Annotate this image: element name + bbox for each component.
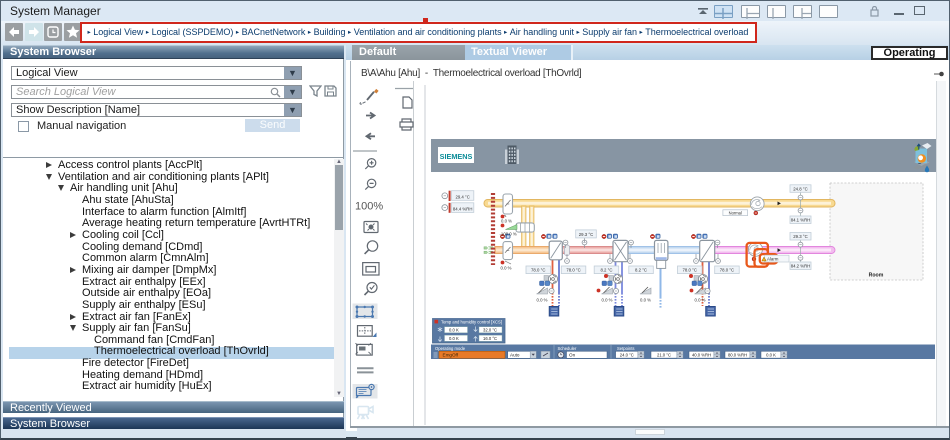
svg-text:24.0 °C: 24.0 °C: [620, 353, 634, 358]
svg-text:80.0 %RH: 80.0 %RH: [728, 353, 747, 358]
svg-text:78.0 °C: 78.0 °C: [531, 268, 545, 273]
svg-text:32.0 °C: 32.0 °C: [483, 327, 497, 332]
svg-text:0.0 K: 0.0 K: [449, 327, 459, 332]
svg-text:78.0 °C: 78.0 °C: [566, 268, 580, 273]
svg-text:Setpoints: Setpoints: [617, 346, 634, 351]
svg-text:40.0 %RH: 40.0 %RH: [692, 353, 711, 358]
svg-text:84.4 %RH: 84.4 %RH: [453, 206, 473, 211]
svg-text:0.0 %: 0.0 %: [537, 298, 548, 303]
svg-text:Room: Room: [869, 273, 884, 279]
svg-text:29.4 °C: 29.4 °C: [455, 194, 469, 199]
svg-text:100%: 100%: [355, 201, 383, 213]
svg-text:On: On: [569, 353, 576, 358]
svg-text:24.8 °C: 24.8 °C: [793, 186, 807, 191]
svg-text:29.3 °C: 29.3 °C: [579, 232, 593, 237]
svg-text:Scheduler: Scheduler: [558, 346, 577, 351]
svg-text:16.0 °C: 16.0 °C: [483, 336, 497, 341]
svg-text:EmgOff: EmgOff: [443, 353, 459, 358]
svg-text:Alarm: Alarm: [767, 257, 779, 262]
svg-text:0.0 %: 0.0 %: [695, 298, 706, 303]
svg-text:29.3 °C: 29.3 °C: [793, 234, 807, 239]
svg-text:84.2 %RH: 84.2 %RH: [791, 264, 811, 269]
svg-text:Temp and humidity control [XCS: Temp and humidity control [XCS]: [441, 320, 502, 325]
svg-text:8.2 °C: 8.2 °C: [635, 268, 647, 273]
svg-text:-100.0 %: -100.0 %: [500, 232, 517, 237]
svg-text:Auto: Auto: [510, 353, 520, 358]
svg-text:0.0 K: 0.0 K: [766, 353, 776, 358]
svg-text:Normal: Normal: [729, 210, 742, 215]
svg-text:0.0 %: 0.0 %: [501, 219, 512, 224]
svg-text:0.0 K: 0.0 K: [449, 336, 459, 341]
svg-text:Operating mode: Operating mode: [435, 346, 466, 351]
svg-text:84.1 %RH: 84.1 %RH: [791, 218, 811, 223]
svg-text:8.2 °C: 8.2 °C: [600, 268, 612, 273]
svg-text:0.0 %: 0.0 %: [640, 298, 651, 303]
svg-text:78.0 °C: 78.0 °C: [683, 268, 697, 273]
svg-text:0.0 %: 0.0 %: [602, 298, 613, 303]
svg-text:21.0 °C: 21.0 °C: [657, 353, 671, 358]
svg-text:0.0 %: 0.0 %: [501, 266, 512, 271]
svg-text:78.0 °C: 78.0 °C: [720, 268, 734, 273]
svg-text:SIEMENS: SIEMENS: [440, 152, 473, 161]
